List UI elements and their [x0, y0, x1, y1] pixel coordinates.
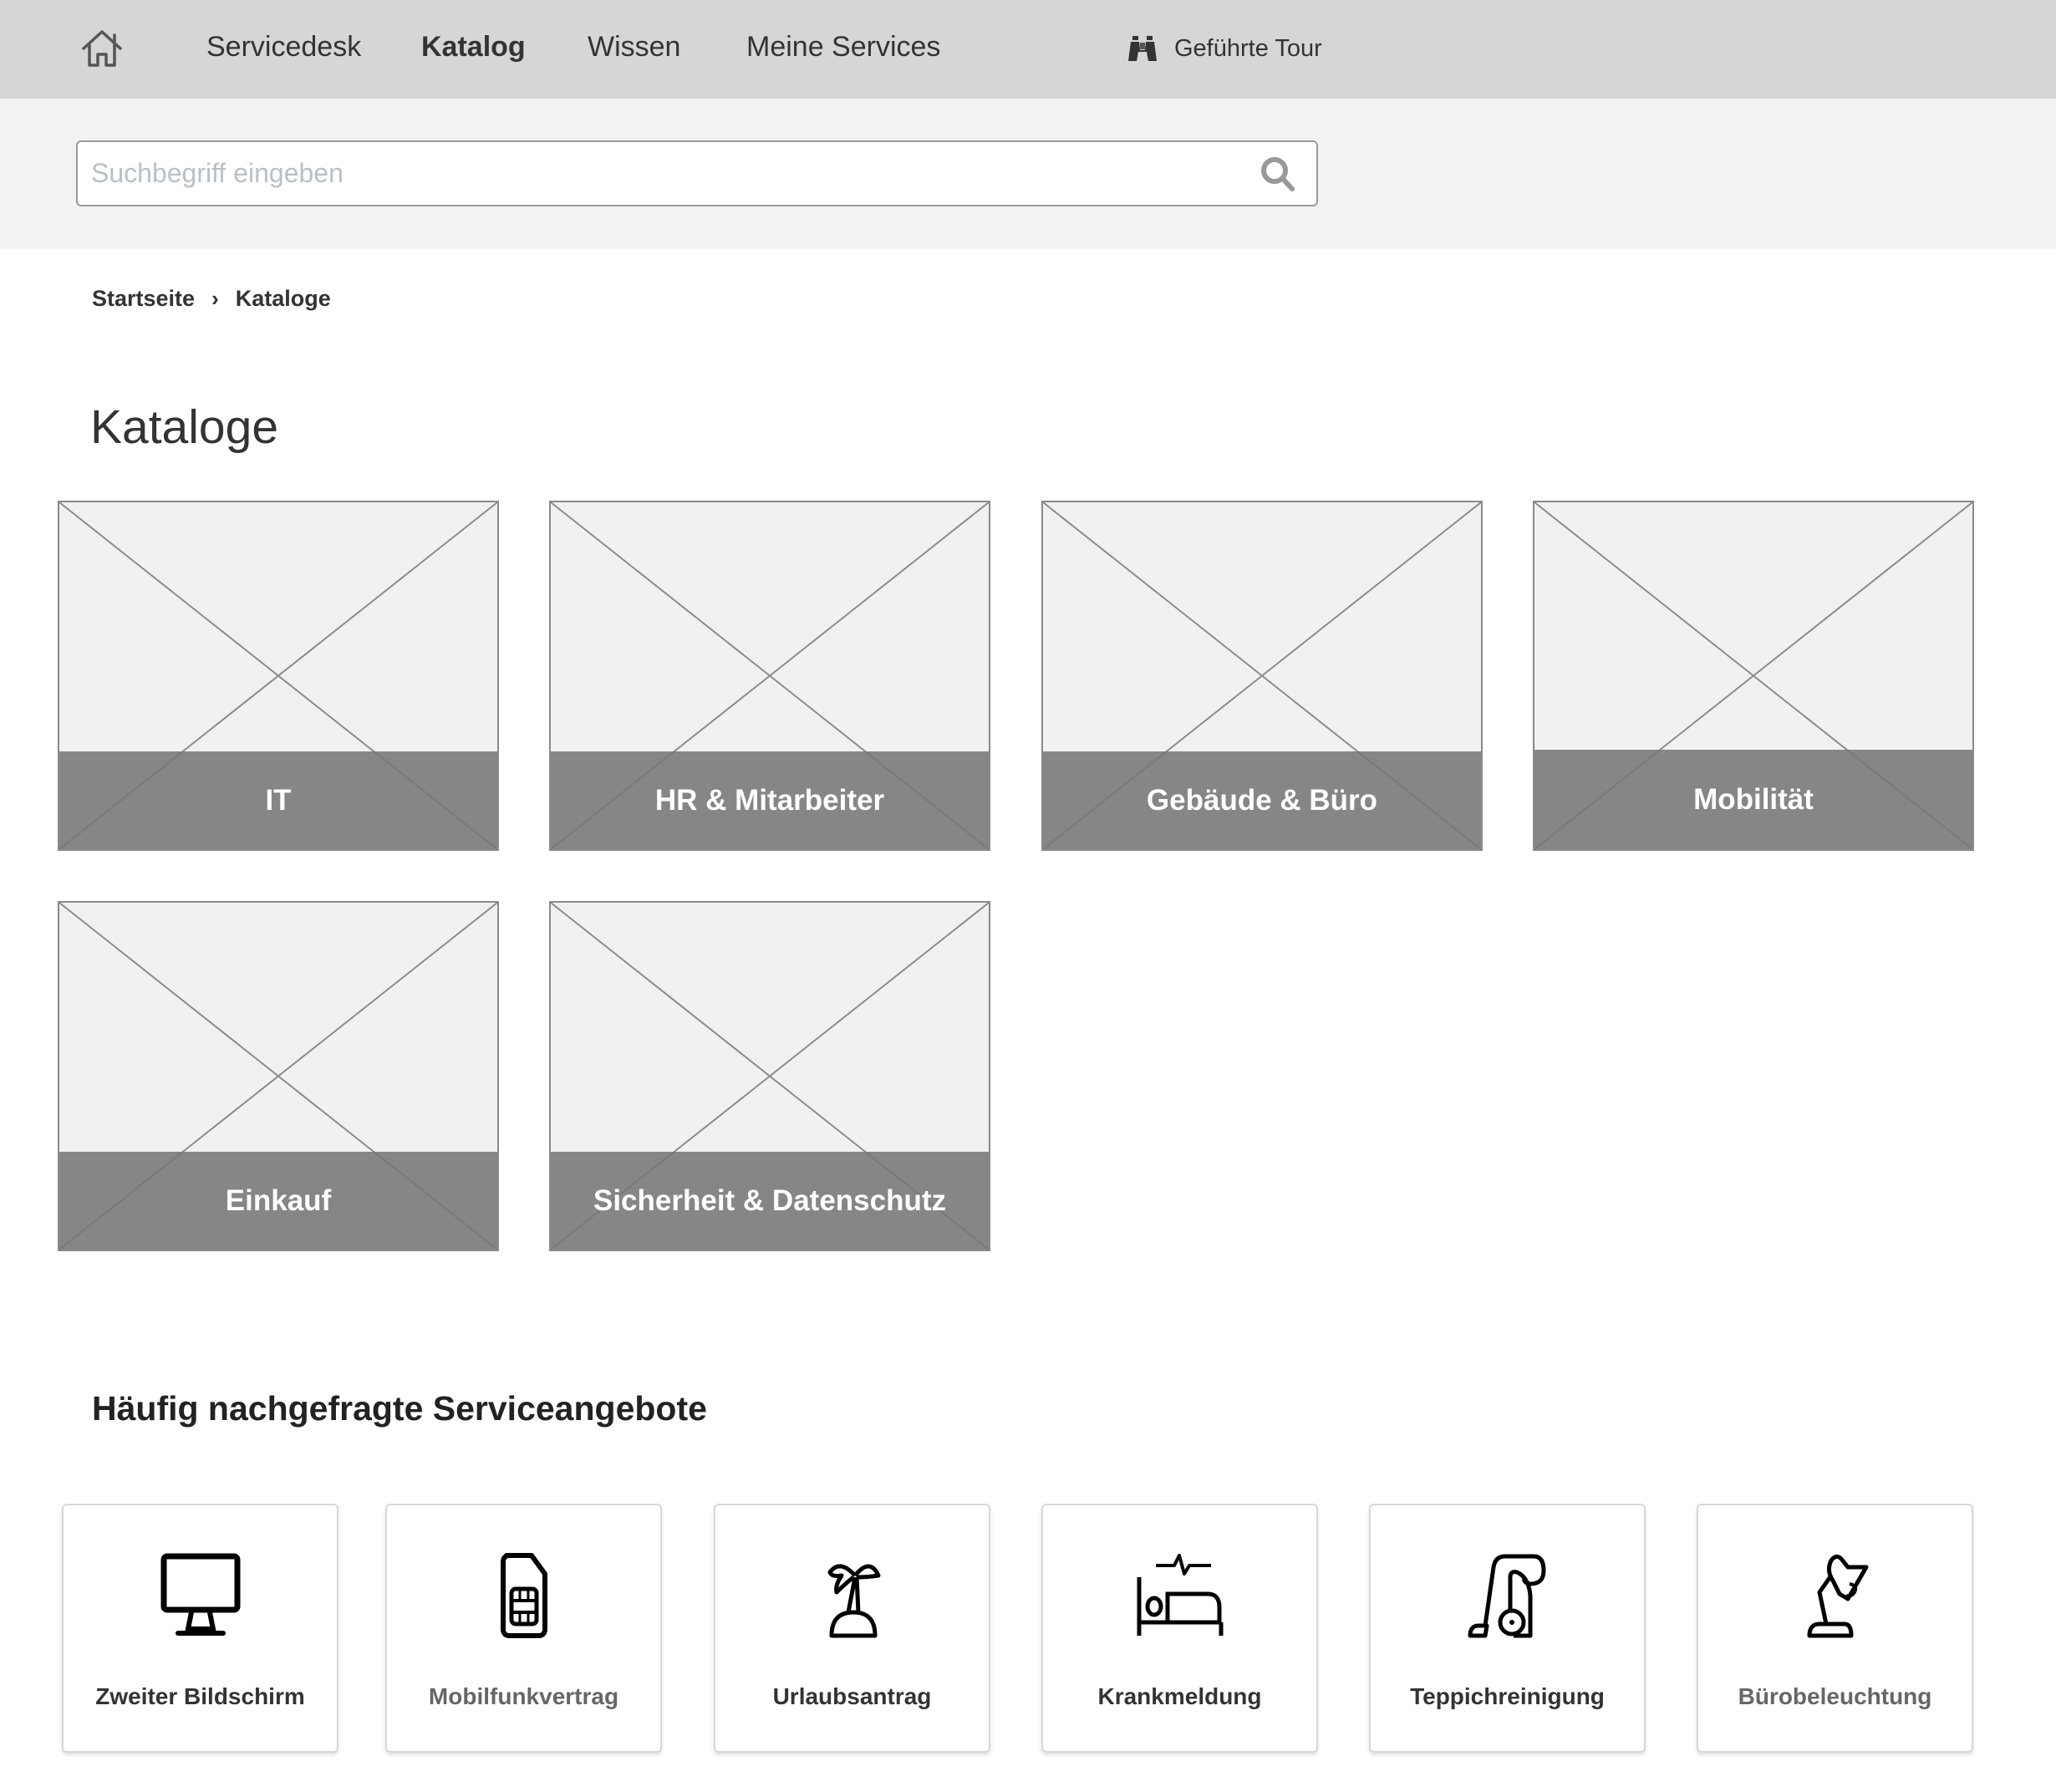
service-tile-buerobeleuchtung[interactable]: Bürobeleuchtung — [1697, 1504, 1973, 1753]
catalog-label: Mobilität — [1693, 782, 1814, 816]
service-tile-urlaubsantrag[interactable]: Urlaubsantrag — [714, 1504, 990, 1753]
search-input[interactable] — [91, 142, 1244, 205]
catalog-card-mobilitaet[interactable]: Mobilität — [1533, 501, 1974, 851]
binoculars-icon — [1128, 36, 1157, 61]
page-title: Kataloge — [90, 400, 279, 454]
service-label: Mobilfunkvertrag — [428, 1683, 619, 1709]
search-box — [76, 140, 1318, 206]
catalog-label-band: IT — [59, 751, 497, 849]
breadcrumb: Startseite › Kataloge — [92, 286, 331, 312]
catalog-label: Gebäude & Büro — [1146, 783, 1378, 817]
nav-meine-services[interactable]: Meine Services — [746, 30, 940, 64]
monitor-icon — [160, 1553, 240, 1636]
catalog-label: HR & Mitarbeiter — [654, 783, 885, 817]
service-tile-zweiter-bildschirm[interactable]: Zweiter Bildschirm — [62, 1504, 338, 1753]
catalog-label-band: HR & Mitarbeiter — [551, 751, 989, 849]
catalog-card-sicherheit[interactable]: Sicherheit & Datenschutz — [549, 901, 990, 1251]
palm-tree-island-icon — [827, 1564, 880, 1638]
catalog-label-band: Mobilität — [1534, 750, 1972, 849]
vacuum-cleaner-icon — [1468, 1554, 1545, 1638]
catalog-card-hr[interactable]: HR & Mitarbeiter — [549, 501, 990, 851]
breadcrumb-startseite[interactable]: Startseite — [92, 286, 195, 312]
sim-card-icon — [500, 1553, 547, 1638]
nav-wissen[interactable]: Wissen — [588, 30, 680, 64]
catalog-card-it[interactable]: IT — [58, 501, 499, 851]
catalog-label: Einkauf — [225, 1184, 332, 1217]
catalog-label-band: Sicherheit & Datenschutz — [551, 1152, 989, 1250]
guided-tour-label: Geführte Tour — [1174, 34, 1322, 62]
section-title-frequent-services: Häufig nachgefragte Serviceangebote — [92, 1389, 707, 1428]
home-icon — [82, 30, 122, 67]
top-navigation: Servicedesk Katalog Wissen Meine Service… — [0, 0, 2056, 99]
desk-lamp-icon — [1807, 1554, 1868, 1638]
search-icon — [1261, 157, 1295, 191]
home-button[interactable] — [80, 28, 124, 69]
service-tile-krankmeldung[interactable]: Krankmeldung — [1041, 1504, 1318, 1753]
catalog-label-band: Einkauf — [59, 1152, 497, 1250]
breadcrumb-current: Kataloge — [235, 286, 331, 311]
search-band — [0, 99, 2056, 249]
sick-bed-icon — [1137, 1554, 1223, 1636]
catalog-card-gebaeude[interactable]: Gebäude & Büro — [1041, 501, 1483, 851]
nav-servicedesk[interactable]: Servicedesk — [206, 30, 361, 64]
service-label: Krankmeldung — [1097, 1683, 1262, 1709]
catalog-label-band: Gebäude & Büro — [1043, 751, 1481, 849]
nav-katalog[interactable]: Katalog — [421, 30, 526, 64]
catalog-card-einkauf[interactable]: Einkauf — [58, 901, 499, 1251]
service-label: Urlaubsantrag — [772, 1683, 932, 1709]
service-label: Bürobeleuchtung — [1738, 1683, 1932, 1709]
service-label: Zweiter Bildschirm — [95, 1683, 305, 1709]
catalog-label: IT — [265, 783, 292, 817]
guided-tour-button[interactable]: Geführte Tour — [1127, 32, 1322, 65]
service-tile-teppichreinigung[interactable]: Teppichreinigung — [1369, 1504, 1646, 1753]
service-label: Teppichreinigung — [1410, 1683, 1605, 1709]
search-button[interactable] — [1258, 154, 1298, 194]
breadcrumb-separator: › — [211, 286, 219, 311]
catalog-label: Sicherheit & Datenschutz — [593, 1184, 947, 1217]
service-tile-mobilfunkvertrag[interactable]: Mobilfunkvertrag — [385, 1504, 662, 1753]
